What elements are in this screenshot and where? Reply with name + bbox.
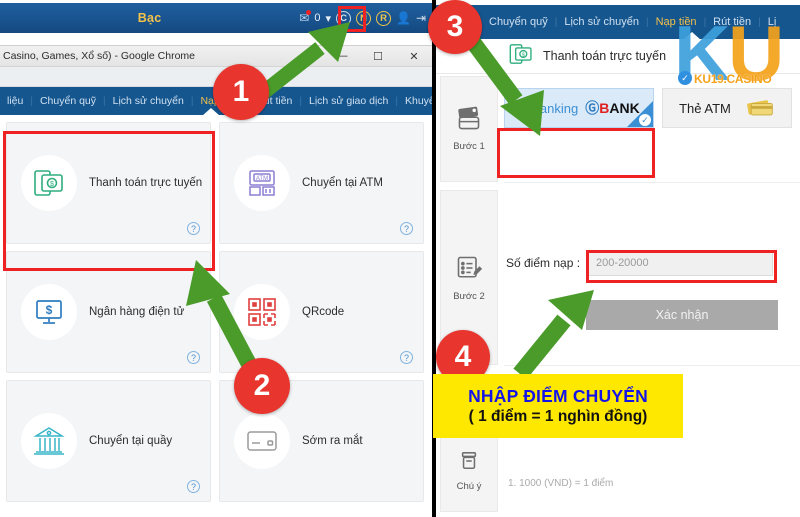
atm-machine-icon: ATM	[234, 155, 290, 211]
method-card-atm-transfer[interactable]: ATM Chuyển tại ATM ?	[219, 122, 424, 244]
r-nav-item-rut-tien[interactable]: Rút tiền	[706, 16, 758, 28]
currency-label: Bạc	[137, 11, 162, 25]
notes-label: Chú ý	[456, 481, 482, 492]
cards-stack-icon	[745, 96, 775, 121]
confirm-button[interactable]: Xác nhận	[586, 300, 778, 330]
step-2-label: Bước 2	[453, 290, 485, 302]
r-nav-item-lich-su[interactable]: Lị	[761, 16, 784, 28]
method-label: Sớm ra mắt	[302, 435, 363, 447]
help-icon[interactable]: ?	[400, 222, 413, 235]
note-line-2: ( 1 điểm = 1 nghìn đồng)	[468, 408, 648, 426]
chrome-window-title: Casino, Games, Xổ số) - Google Chrome	[3, 50, 195, 62]
amount-label: Số điểm nạp :	[506, 256, 581, 270]
nav-item-lich-su-chuyen[interactable]: Lịch sử chuyển	[106, 95, 191, 107]
page-gap	[0, 33, 432, 45]
circle-r-icon[interactable]: R	[376, 10, 391, 26]
yellow-instruction-note: NHẬP ĐIỂM CHUYỂN ( 1 điểm = 1 nghìn đồng…	[433, 374, 683, 438]
watermark-site-text: KU19.CASINO	[694, 72, 772, 86]
step-badge-1: 1	[213, 64, 269, 120]
r-nav-item-lich-su-chuyen[interactable]: Lịch sử chuyển	[557, 16, 646, 28]
method-label: Ngân hàng điện tử	[89, 306, 185, 318]
chrome-title-bar: Casino, Games, Xổ số) - Google Chrome — …	[0, 45, 432, 67]
close-button[interactable]: ✕	[396, 46, 432, 67]
method-label: Chuyển tại ATM	[302, 177, 383, 189]
nav-item-khuyen-mai[interactable]: Khuyến mã	[398, 95, 432, 107]
person-icon[interactable]: 👤	[396, 12, 411, 24]
bank-logo-b: B	[599, 100, 610, 116]
check-badge-icon: ✓	[678, 71, 692, 85]
svg-text:$: $	[50, 181, 54, 188]
screenshot-root: Bạc ✉ 0 ▾ C N R 👤 ⇥ Casino, Games, Xổ số…	[0, 0, 800, 517]
help-icon[interactable]: ?	[187, 480, 200, 493]
mobile-money-icon: $	[21, 155, 77, 211]
monitor-dollar-icon: $	[21, 284, 77, 340]
section-divider	[504, 182, 800, 183]
circle-n-icon[interactable]: N	[356, 10, 371, 26]
r-nav-item-nap-tien[interactable]: Nạp tiền	[649, 16, 704, 28]
bank-logo-g-icon: Ⓖ	[585, 100, 600, 116]
amount-row: Số điểm nạp : 200-20000	[506, 250, 774, 276]
bank-building-icon	[21, 413, 77, 469]
tab-atm-card[interactable]: Thẻ ATM	[662, 88, 792, 128]
method-card-counter-transfer[interactable]: Chuyển tại quầy ?	[6, 380, 211, 502]
unread-dot	[306, 10, 312, 15]
help-icon[interactable]: ?	[400, 351, 413, 364]
maximize-button[interactable]: ☐	[360, 46, 396, 67]
check-icon: ✓	[639, 114, 651, 126]
nav-item-chuyen-quy[interactable]: Chuyển quỹ	[33, 95, 103, 107]
method-label: QRcode	[302, 306, 345, 318]
svg-text:ATM: ATM	[256, 176, 268, 182]
note-icon	[459, 450, 479, 477]
note-line-1: NHẬP ĐIỂM CHUYỂN	[468, 386, 648, 407]
amount-input[interactable]: 200-20000	[588, 250, 774, 276]
method-label: Chuyển tại quầy	[89, 435, 173, 447]
r-nav-item-chuyen-quy[interactable]: Chuyển quỹ	[482, 16, 555, 28]
exit-icon[interactable]: ⇥	[416, 12, 426, 24]
note-line-1: 1. 1000 (VND) = 1 điểm	[508, 478, 614, 489]
step-badge-2: 2	[234, 358, 290, 414]
arrow-to-amount-input	[513, 290, 594, 380]
form-pencil-icon	[455, 254, 483, 287]
svg-text:$: $	[46, 303, 53, 317]
method-card-online-payment[interactable]: $ Thanh toán trực tuyến ?	[6, 122, 211, 244]
help-icon[interactable]: ?	[187, 222, 200, 235]
notes-block: Chú ý	[440, 430, 498, 512]
site-top-bar: Bạc ✉ 0 ▾ C N R 👤 ⇥	[0, 3, 432, 33]
nav-item-lieu[interactable]: liệu	[0, 95, 30, 107]
step-badge-3: 3	[428, 0, 482, 54]
tab-atm-label: Thẻ ATM	[679, 100, 731, 116]
method-label: Thanh toán trực tuyến	[89, 177, 203, 189]
credit-card-icon	[234, 413, 290, 469]
